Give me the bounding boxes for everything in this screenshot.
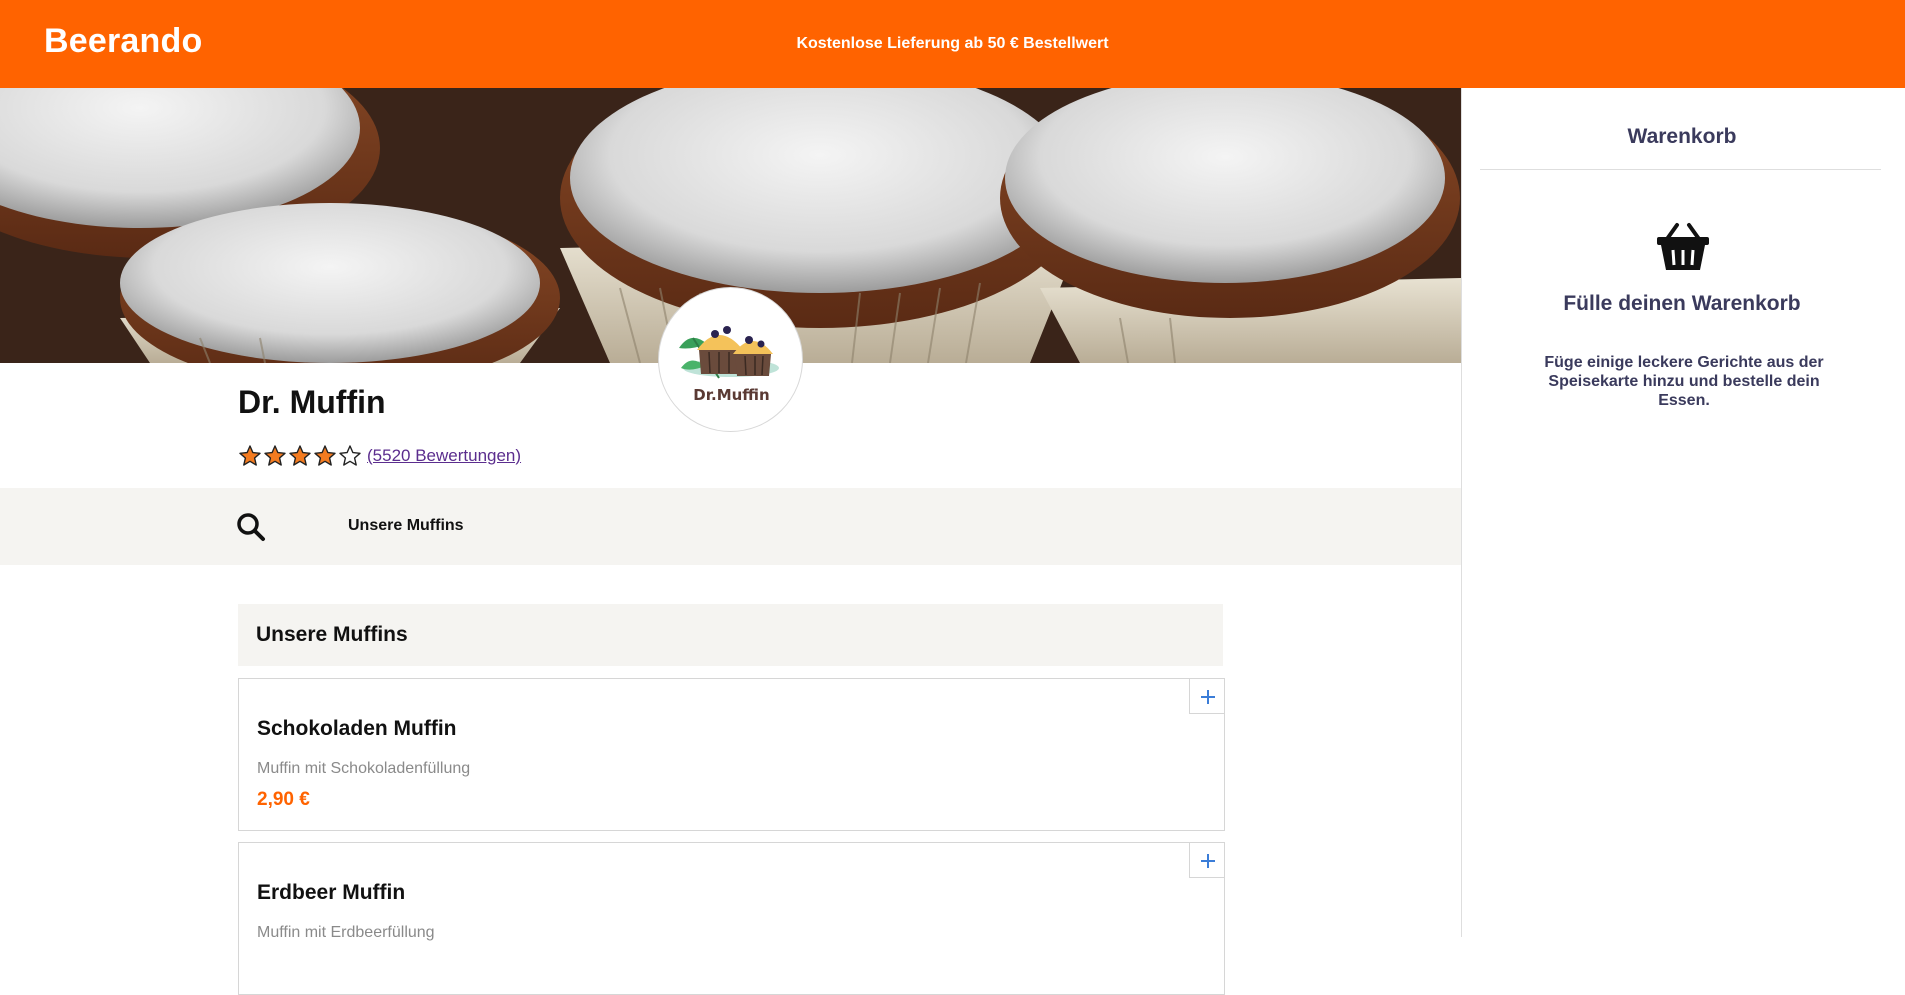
cart-sidebar: Warenkorb Fülle deinen Warenkorb Füge ei… — [1461, 88, 1905, 937]
add-to-cart-button[interactable] — [1189, 842, 1225, 878]
basket-icon — [1655, 222, 1711, 272]
category-link-unsere-muffins[interactable]: Unsere Muffins — [348, 517, 464, 535]
product-description: Muffin mit Erdbeerfüllung — [257, 924, 435, 941]
menu-section-title: Unsere Muffins — [256, 623, 408, 646]
star-filled-icon — [289, 445, 311, 466]
cart-empty-title: Fülle deinen Warenkorb — [1563, 292, 1801, 315]
category-bar: Unsere Muffins — [0, 488, 1461, 565]
product-name: Schokoladen Muffin — [257, 717, 457, 740]
menu-section-header: Unsere Muffins — [238, 604, 1223, 666]
shop-logo: Dr.Muffin — [658, 287, 803, 432]
star-filled-icon — [314, 445, 336, 466]
product-price: 2,90 € — [257, 789, 310, 810]
cart-title: Warenkorb — [1627, 125, 1737, 148]
plus-icon — [1201, 690, 1215, 704]
product-card[interactable]: Schokoladen Muffin Muffin mit Schokolade… — [238, 678, 1225, 831]
add-to-cart-button[interactable] — [1189, 678, 1225, 714]
top-bar: Beerando Kostenlose Lieferung ab 50 € Be… — [0, 0, 1905, 88]
star-filled-icon — [264, 445, 286, 466]
search-button[interactable] — [236, 512, 266, 542]
rating-stars — [238, 444, 363, 468]
free-delivery-banner: Kostenlose Lieferung ab 50 € Bestellwert — [796, 35, 1109, 52]
product-name: Erdbeer Muffin — [257, 881, 406, 904]
reviews-link[interactable]: (5520 Bewertungen) — [367, 446, 521, 466]
star-outline-icon — [339, 445, 361, 466]
divider — [1480, 169, 1881, 170]
shop-logo-text: Dr.Muffin — [693, 386, 770, 404]
star-filled-icon — [239, 445, 261, 466]
rating: (5520 Bewertungen) — [238, 444, 521, 468]
plus-icon — [1201, 854, 1215, 868]
cart-empty-text: Füge einige leckere Gerichte aus der Spe… — [1544, 354, 1824, 409]
product-description: Muffin mit Schokoladenfüllung — [257, 760, 471, 777]
shop-name: Dr. Muffin — [238, 384, 386, 420]
search-icon — [237, 513, 265, 541]
product-card[interactable]: Erdbeer Muffin Muffin mit Erdbeerfüllung — [238, 842, 1225, 995]
